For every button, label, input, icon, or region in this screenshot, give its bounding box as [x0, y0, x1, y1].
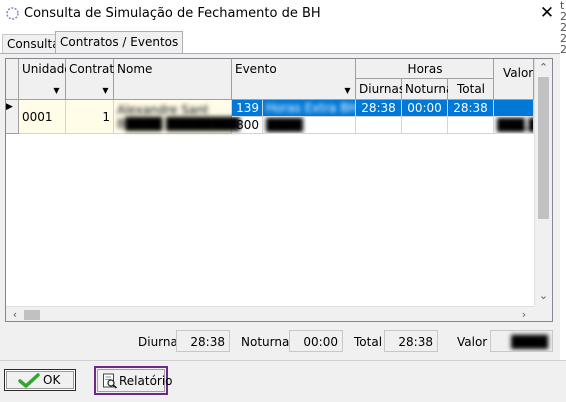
nome-line-2: B████ ████████ — [117, 117, 240, 131]
total-valor-label: Valor — [457, 335, 488, 349]
cell-diurnas[interactable]: 28:38 — [356, 100, 402, 117]
col-total-header[interactable]: Total — [448, 79, 494, 100]
col-valor-label: Valor — [503, 66, 534, 80]
scroll-right-icon[interactable]: › — [517, 308, 531, 321]
button-bar — [0, 360, 566, 402]
col-noturnas-header[interactable]: Noturnas — [402, 79, 460, 100]
report-magnifier-icon — [103, 373, 118, 389]
relatorio-button[interactable]: Relatório — [97, 369, 173, 392]
cell-unidade[interactable]: 0001 — [19, 100, 66, 134]
col-horas-group-header: Horas — [356, 59, 494, 79]
chevron-down-icon[interactable]: ▼ — [99, 84, 112, 97]
clipped-edge-text: t 2 2 2 2 — [560, 0, 566, 56]
cell-total[interactable]: 28:38 — [448, 100, 494, 117]
cell-evento-code[interactable]: 800 — [232, 117, 263, 134]
scroll-up-icon[interactable]: ⌃ — [535, 61, 552, 75]
evento-desc-text: ████ — [266, 118, 303, 132]
title-bar: Consulta de Simulação de Fechamento de B… — [0, 0, 566, 28]
scroll-thumb[interactable] — [24, 310, 40, 320]
scroll-left-icon[interactable]: ‹ — [8, 308, 22, 321]
col-nome-label: Nome — [117, 62, 153, 76]
total-total-label: Total — [354, 335, 383, 349]
col-contrato-header[interactable]: Contrato ▼ — [66, 59, 121, 100]
col-diurnas-header[interactable]: Diurnas — [356, 79, 405, 100]
total-valor-field: ████ — [490, 330, 553, 352]
app-icon — [6, 7, 19, 20]
horizontal-scrollbar[interactable]: ‹ › — [6, 306, 534, 321]
cell-nome[interactable]: Alexandre Sant B████ ████████ — [114, 100, 240, 134]
scroll-corner — [534, 306, 552, 321]
cell-valor[interactable]: ███,█ — [494, 117, 534, 134]
cell-evento-code[interactable]: 139 — [232, 100, 263, 117]
events-grid[interactable]: Unidade ▼ Contrato ▼ Nome Evento ▼ Horas… — [5, 58, 553, 322]
total-total-field: 28:38 — [384, 330, 438, 352]
col-evento-header[interactable]: Evento ▼ — [232, 59, 356, 100]
tab-contratos-eventos[interactable]: Contratos / Eventos — [55, 31, 184, 53]
total-valor-text: ████ — [511, 335, 548, 349]
cell-contrato[interactable]: 1 — [66, 100, 114, 134]
cell-noturnas[interactable]: 00:00 — [402, 100, 448, 117]
close-icon[interactable]: ✕ — [536, 2, 558, 24]
row-indicator-header — [6, 59, 19, 100]
scroll-thumb[interactable] — [538, 77, 549, 219]
checkmark-icon — [18, 373, 40, 388]
col-valor-header[interactable]: Valor — [494, 59, 534, 100]
total-noturnas-field: 00:00 — [289, 330, 343, 352]
cell-evento-desc[interactable]: ████ — [263, 117, 356, 134]
total-diurnas-field: 28:38 — [176, 330, 230, 352]
valor-text: ███,█ — [497, 118, 534, 132]
total-noturnas-label: Noturnas — [241, 335, 296, 349]
cell-valor[interactable] — [494, 100, 534, 117]
col-unidade-header[interactable]: Unidade ▼ — [19, 59, 72, 100]
row-indicator[interactable]: ▶ — [6, 100, 19, 134]
cell-noturnas[interactable] — [402, 117, 448, 134]
ok-label: OK — [43, 373, 61, 387]
col-evento-label: Evento — [235, 62, 277, 76]
evento-desc-text: Horas Extra BH — [266, 101, 356, 115]
chevron-down-icon[interactable]: ▼ — [50, 84, 63, 97]
window-title: Consulta de Simulação de Fechamento de B… — [24, 6, 321, 21]
ok-button[interactable]: OK — [4, 369, 76, 391]
relatorio-label: Relatório — [119, 374, 173, 388]
vertical-scrollbar[interactable]: ⌃ ⌄ — [534, 59, 552, 306]
chevron-down-icon[interactable]: ▼ — [341, 84, 354, 97]
col-nome-header[interactable]: Nome — [114, 59, 232, 100]
scroll-down-icon[interactable]: ⌄ — [535, 289, 552, 303]
cell-total[interactable] — [448, 117, 494, 134]
cell-diurnas[interactable] — [356, 117, 402, 134]
cell-evento-desc[interactable]: Horas Extra BH — [263, 100, 356, 117]
col-unidade-label: Unidade — [22, 62, 72, 76]
nome-line-1: Alexandre Sant — [117, 103, 209, 117]
